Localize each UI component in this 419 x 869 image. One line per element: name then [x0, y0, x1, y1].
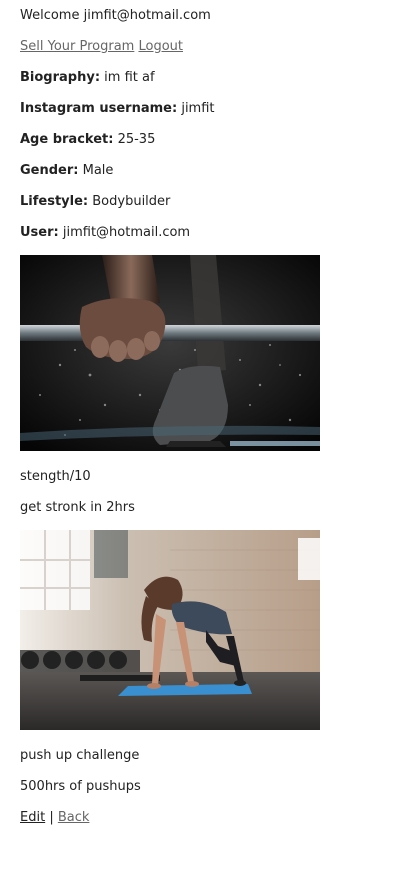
age-value: 25-35	[117, 132, 156, 147]
user-row: User: jimfit@hotmail.com	[20, 224, 190, 242]
program-image-1	[20, 255, 320, 451]
lifestyle-label: Lifestyle:	[20, 194, 89, 209]
age-label: Age bracket:	[20, 132, 114, 147]
logout-link[interactable]: Logout	[138, 39, 183, 54]
footer-separator: |	[49, 810, 54, 825]
lifestyle-row: Lifestyle: Bodybuilder	[20, 193, 170, 211]
biography-label: Biography:	[20, 70, 101, 85]
age-row: Age bracket: 25-35	[20, 131, 155, 149]
instagram-label: Instagram username:	[20, 101, 178, 116]
gender-label: Gender:	[20, 163, 79, 178]
user-value: jimfit@hotmail.com	[62, 225, 191, 240]
barbell-deadlift-photo-icon	[20, 255, 320, 451]
back-link[interactable]: Back	[58, 810, 90, 825]
top-nav: Sell Your Program Logout	[20, 38, 183, 56]
program-title-1: stength/10	[20, 469, 91, 484]
biography-row: Biography: im fit af	[20, 69, 155, 87]
program-description-1: get stronk in 2hrs	[20, 500, 135, 515]
program-description-2: 500hrs of pushups	[20, 779, 141, 794]
sell-program-link[interactable]: Sell Your Program	[20, 39, 134, 54]
user-label: User:	[20, 225, 59, 240]
biography-value: im fit af	[104, 70, 155, 85]
footer-nav: Edit | Back	[20, 809, 89, 827]
program-image-2	[20, 530, 320, 730]
gender-value: Male	[82, 163, 114, 178]
instagram-row: Instagram username: jimfit	[20, 100, 215, 118]
instagram-value: jimfit	[181, 101, 215, 116]
program-title-2: push up challenge	[20, 748, 140, 763]
gender-row: Gender: Male	[20, 162, 113, 180]
lifestyle-value: Bodybuilder	[92, 194, 171, 209]
pushup-gym-photo-icon	[20, 530, 320, 730]
welcome-text: Welcome jimfit@hotmail.com	[20, 8, 211, 23]
edit-link[interactable]: Edit	[20, 810, 45, 825]
